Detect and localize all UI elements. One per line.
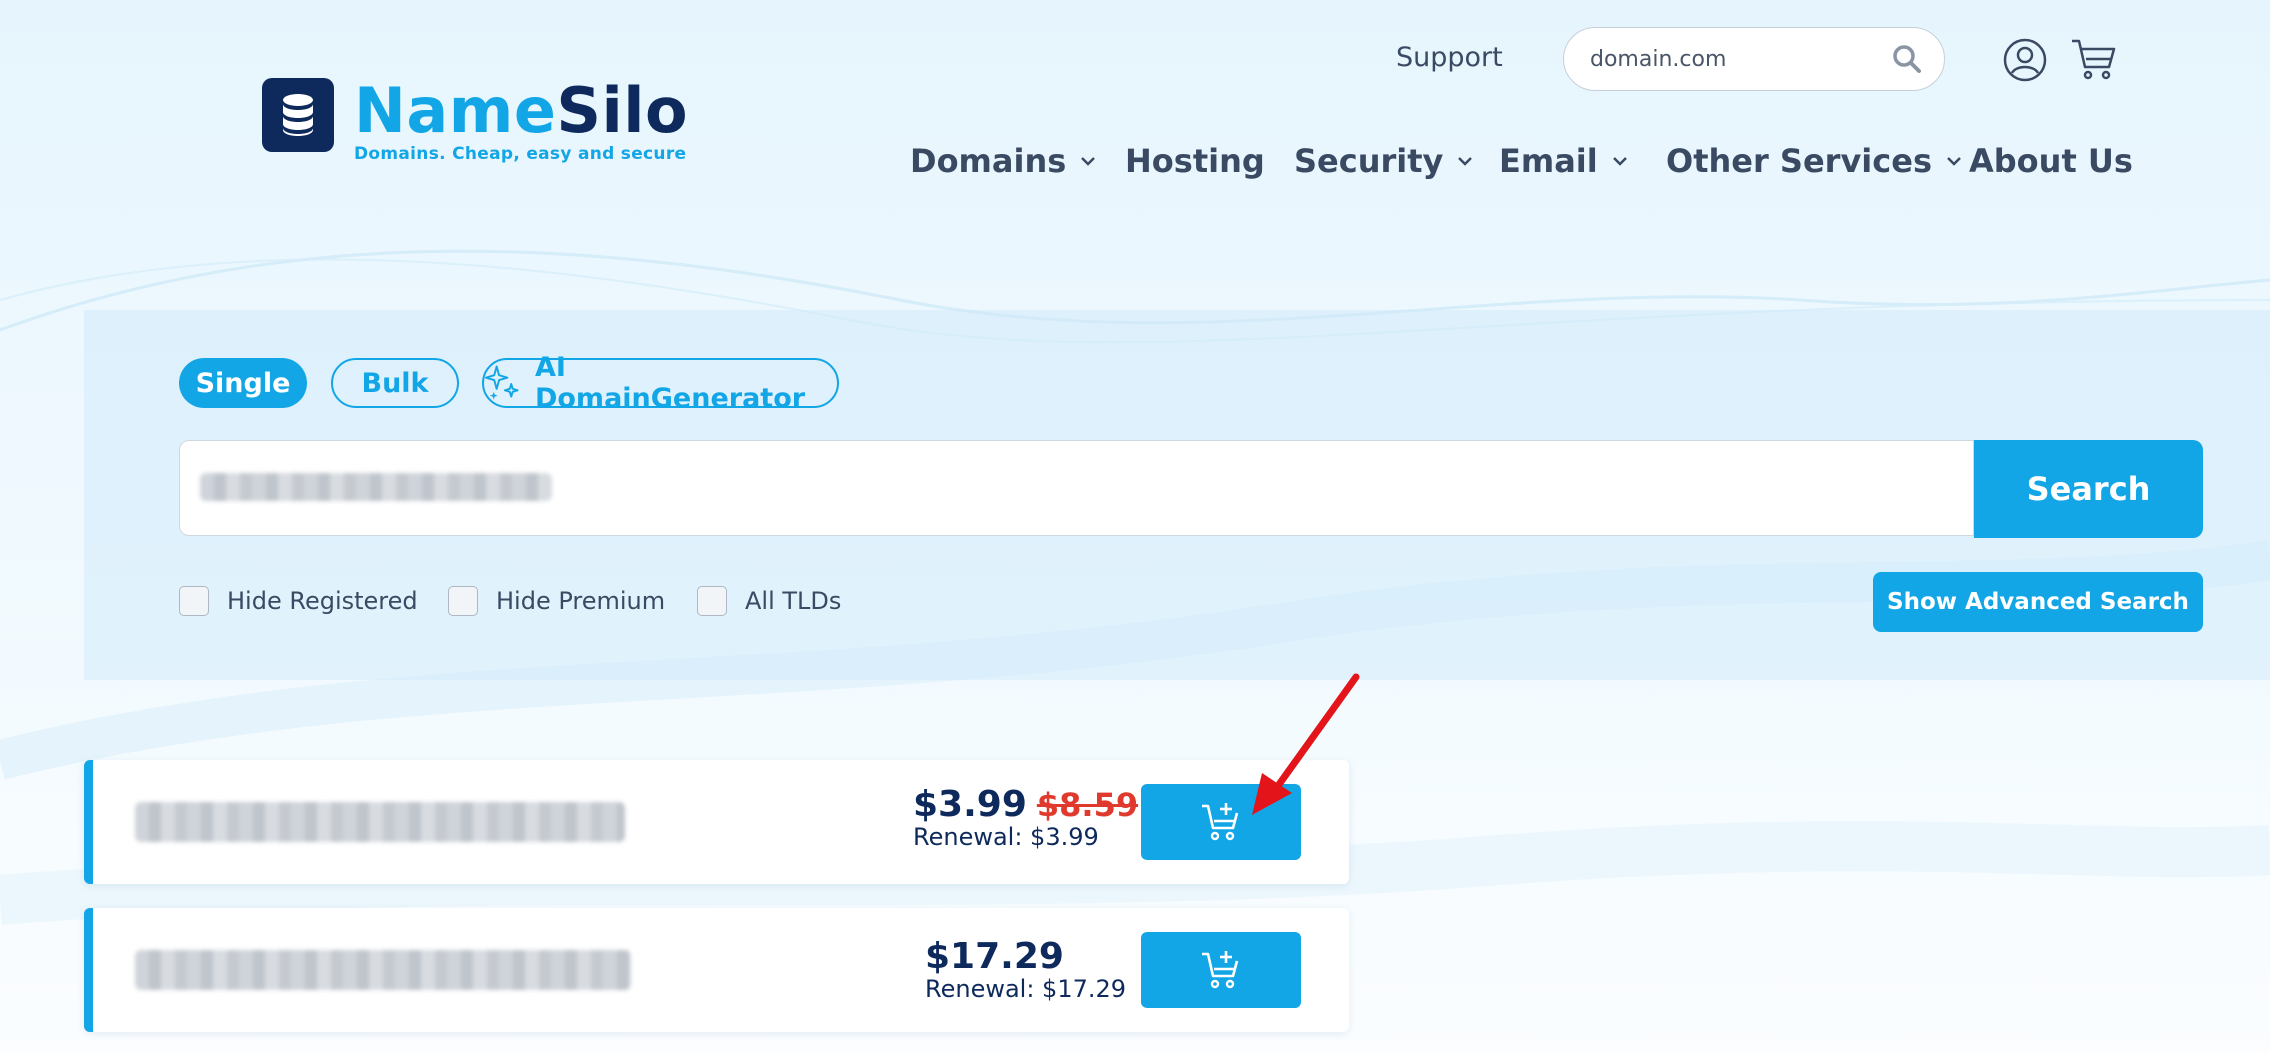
show-advanced-search-button[interactable]: Show Advanced Search [1873,572,2203,632]
result-row: $17.29 Renewal: $17.29 [84,908,1349,1032]
price: $17.29 [925,936,1064,977]
tab-single[interactable]: Single [179,358,307,408]
nav-domains[interactable]: Domains [910,142,1096,180]
nav-email[interactable]: Email [1499,142,1628,180]
nav-hosting[interactable]: Hosting [1125,142,1265,180]
renewal-price: Renewal: $17.29 [925,975,1127,1003]
chevron-down-icon [1458,157,1473,166]
redacted-query [200,473,552,501]
user-icon[interactable] [2002,37,2048,87]
cart-add-icon [1202,803,1239,841]
brand-name: NameSilo [354,74,689,147]
checkbox-box[interactable] [179,586,209,616]
all-tlds-checkbox[interactable]: All TLDs [697,586,841,616]
checkbox-box[interactable] [697,586,727,616]
chevron-down-icon [1081,157,1096,166]
chevron-down-icon [1947,157,1961,166]
add-to-cart-button[interactable] [1141,932,1301,1008]
hide-registered-checkbox[interactable]: Hide Registered [179,586,418,616]
result-row: $3.99 $8.59 Renewal: $3.99 [84,760,1349,884]
nav-other-services[interactable]: Other Services [1666,142,1962,180]
search-icon[interactable] [1892,44,1922,78]
tab-bulk[interactable]: Bulk [331,358,459,408]
annotation-arrow-icon [1252,673,1360,815]
sparkle-icon [484,365,519,400]
search-button[interactable]: Search [1974,440,2203,538]
original-price: $8.59 [1036,786,1139,824]
cart-add-icon [1202,951,1239,989]
nav-about-us[interactable]: About Us [1969,142,2133,180]
checkbox-box[interactable] [448,586,478,616]
renewal-price: Renewal: $3.99 [913,823,1099,851]
redacted-domain-name [135,802,625,842]
nav-security[interactable]: Security [1294,142,1473,180]
price: $3.99 [913,784,1027,825]
redacted-domain-name [135,950,631,990]
main-nav: Domains Hosting Security Email Other Ser… [0,142,2270,192]
support-link[interactable]: Support [1396,42,1503,73]
cart-icon[interactable] [2070,35,2118,87]
domain-search-field [179,440,1974,536]
tab-ai-domain-generator[interactable]: AI DomainGenerator [482,352,839,414]
header-search-input[interactable] [1588,28,1892,91]
chevron-down-icon [1612,157,1627,166]
header-search [1563,27,1945,91]
database-icon [262,78,334,152]
hide-premium-checkbox[interactable]: Hide Premium [448,586,665,616]
